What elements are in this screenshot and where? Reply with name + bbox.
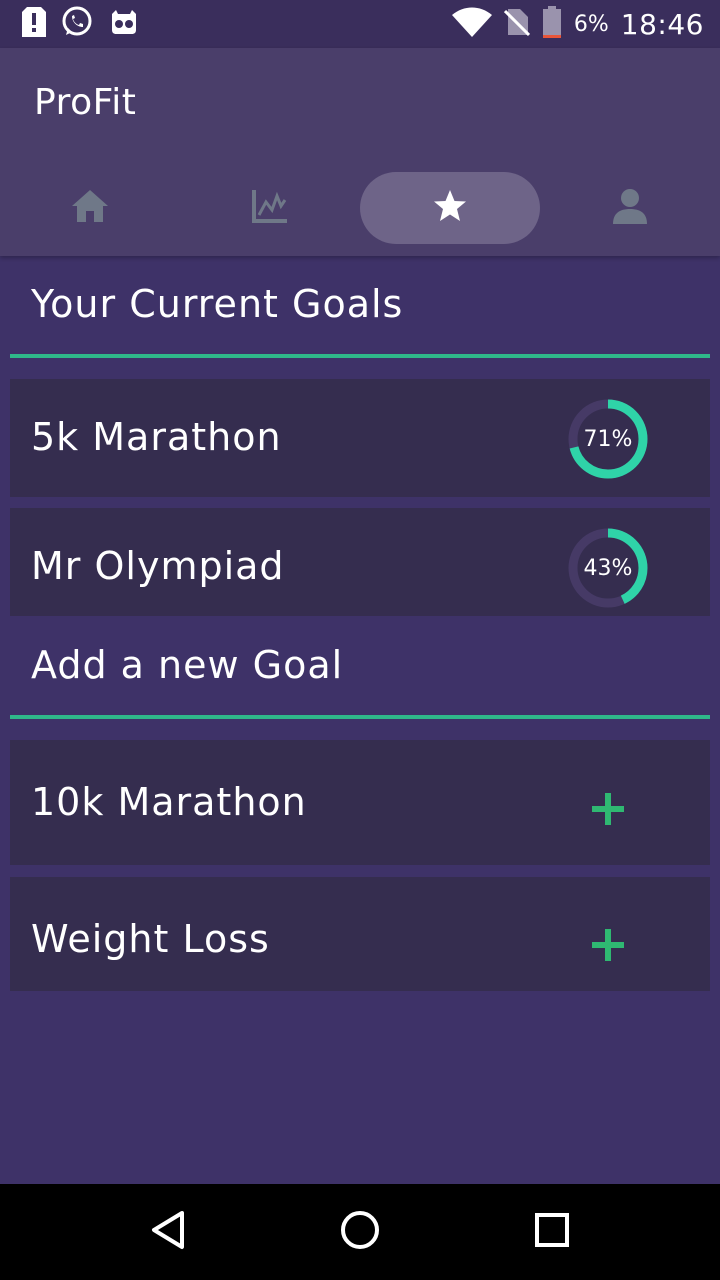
plus-icon[interactable] <box>588 789 628 829</box>
alert-icon <box>22 7 46 41</box>
new-goal-label: 10k Marathon <box>31 780 307 824</box>
no-sim-icon <box>503 7 530 41</box>
home-icon <box>70 188 110 228</box>
home-button[interactable] <box>330 1204 390 1260</box>
battery-icon <box>542 6 562 42</box>
goal-progress-text: 43% <box>583 555 633 581</box>
new-goal-divider <box>10 715 710 719</box>
home-circle-icon <box>340 1210 380 1254</box>
clock: 18:46 <box>620 7 704 41</box>
status-bar: 6% 18:46 <box>0 0 720 48</box>
goal-progress-ring: 43% <box>566 526 650 610</box>
back-button[interactable] <box>138 1204 198 1260</box>
goal-progress-text: 71% <box>583 426 633 452</box>
app-bar: ProFit <box>0 48 720 256</box>
new-goal-title: Add a new Goal <box>31 643 344 687</box>
goal-card-5k-marathon[interactable]: 5k Marathon 71% <box>10 379 710 497</box>
new-goal-card-10k-marathon[interactable]: 10k Marathon <box>10 740 710 865</box>
recents-icon <box>534 1212 570 1252</box>
app-title: ProFit <box>34 82 137 123</box>
plus-icon[interactable] <box>588 925 628 965</box>
tab-goals[interactable] <box>360 172 540 244</box>
person-icon <box>611 188 649 228</box>
battery-percent: 6% <box>573 11 609 37</box>
goal-label: Mr Olympiad <box>31 544 285 588</box>
current-goals-divider <box>10 354 710 358</box>
chart-icon <box>251 188 289 228</box>
back-icon <box>150 1210 186 1254</box>
tab-progress[interactable] <box>180 172 360 244</box>
whatsapp-icon <box>60 5 94 43</box>
current-goals-title: Your Current Goals <box>31 282 404 326</box>
recents-button[interactable] <box>522 1204 582 1260</box>
wifi-icon <box>451 7 492 41</box>
system-nav-bar <box>0 1184 720 1280</box>
goal-progress-ring: 71% <box>566 397 650 481</box>
goal-label: 5k Marathon <box>31 415 282 459</box>
tab-home[interactable] <box>0 172 180 244</box>
new-goal-card-weight-loss[interactable]: Weight Loss <box>10 877 710 991</box>
new-goal-label: Weight Loss <box>31 917 270 961</box>
cyanogen-icon <box>108 8 140 40</box>
goal-card-mr-olympiad[interactable]: Mr Olympiad 43% <box>10 508 710 616</box>
star-icon <box>432 188 468 228</box>
tab-profile[interactable] <box>540 172 720 244</box>
tab-bar <box>0 172 720 244</box>
